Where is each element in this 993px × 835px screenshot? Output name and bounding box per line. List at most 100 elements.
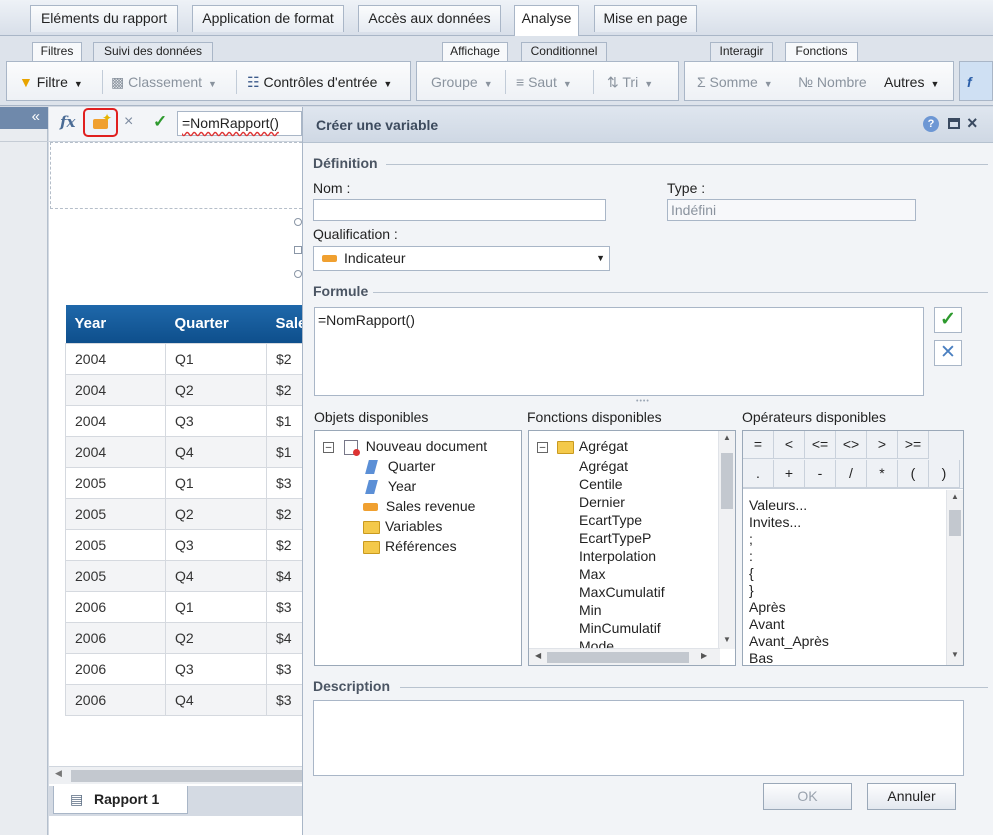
year-cell[interactable]: 2006 <box>65 621 166 654</box>
operator-button[interactable]: <> <box>836 431 867 459</box>
subtab-interagir[interactable]: Interagir <box>710 42 773 61</box>
formula-editor-toggle[interactable]: f <box>959 61 993 101</box>
collapse-icon[interactable]: – <box>323 441 334 453</box>
description-textarea[interactable] <box>313 700 964 776</box>
quarter-cell[interactable]: Q4 <box>165 683 267 716</box>
scroll-up-icon[interactable]: ▲ <box>951 492 959 501</box>
quarter-cell[interactable]: Q2 <box>165 497 267 530</box>
quarter-cell[interactable]: Q3 <box>165 528 267 561</box>
classement-button[interactable]: ▩ Classement ▼ <box>111 72 217 92</box>
subtab-fonctions[interactable]: Fonctions <box>785 42 858 61</box>
tab-application-format[interactable]: Application de format <box>192 5 344 32</box>
sales-cell[interactable]: $1 <box>266 435 307 468</box>
tree-item-variables[interactable]: Variables <box>363 518 442 534</box>
function-item[interactable]: MaxCumulatif <box>579 584 665 600</box>
autres-button[interactable]: Autres ▼ <box>884 72 939 92</box>
sales-cell[interactable]: $2 <box>266 528 307 561</box>
quarter-cell[interactable]: Q2 <box>165 621 267 654</box>
operator-item[interactable]: Après <box>749 599 786 615</box>
operator-item[interactable]: Invites... <box>749 514 801 530</box>
subtab-affichage[interactable]: Affichage <box>442 42 508 61</box>
operator-button[interactable]: ( <box>898 460 929 488</box>
annuler-button[interactable]: Annuler <box>867 783 956 810</box>
operator-button[interactable]: = <box>743 431 774 459</box>
operator-button[interactable]: >= <box>898 431 929 459</box>
function-item[interactable]: EcartType <box>579 512 642 528</box>
create-variable-button[interactable]: ✦ <box>83 108 118 137</box>
header-cell-placeholder[interactable] <box>50 142 302 209</box>
quarter-cell[interactable]: Q4 <box>165 559 267 592</box>
validate-formula-icon[interactable]: ✓ <box>153 112 167 132</box>
sales-cell[interactable]: $4 <box>266 559 307 592</box>
scrollbar-thumb[interactable] <box>721 453 733 509</box>
year-cell[interactable]: 2004 <box>65 373 166 406</box>
operator-item[interactable]: : <box>749 548 753 564</box>
tree-node-agregat[interactable]: – Agrégat <box>537 438 628 454</box>
vertical-scrollbar[interactable]: ▲ ▼ <box>946 490 963 665</box>
operator-button[interactable]: <= <box>805 431 836 459</box>
name-input[interactable] <box>313 199 606 221</box>
operator-button[interactable]: * <box>867 460 898 488</box>
operator-button[interactable]: ) <box>929 460 960 488</box>
quarter-cell[interactable]: Q4 <box>165 435 267 468</box>
operator-button[interactable]: - <box>805 460 836 488</box>
scroll-left-icon[interactable]: ◀ <box>55 768 62 779</box>
quarter-cell[interactable]: Q1 <box>165 590 267 623</box>
year-cell[interactable]: 2006 <box>65 652 166 685</box>
operator-item[interactable]: Avant <box>749 616 785 632</box>
saut-button[interactable]: ≡ Saut ▼ <box>516 72 572 92</box>
quarter-cell[interactable]: Q1 <box>165 466 267 499</box>
sales-cell[interactable]: $2 <box>266 497 307 530</box>
scroll-down-icon[interactable]: ▼ <box>951 650 959 659</box>
year-cell[interactable]: 2004 <box>65 404 166 437</box>
sales-cell[interactable]: $4 <box>266 621 307 654</box>
sales-cell[interactable]: $1 <box>266 404 307 437</box>
function-item[interactable]: Centile <box>579 476 623 492</box>
year-cell[interactable]: 2005 <box>65 497 166 530</box>
tab-elements-rapport[interactable]: Eléments du rapport <box>30 5 178 32</box>
year-cell[interactable]: 2005 <box>65 528 166 561</box>
operator-item[interactable]: { <box>749 565 754 581</box>
operator-button[interactable]: > <box>867 431 898 459</box>
operator-button[interactable]: + <box>774 460 805 488</box>
nombre-button[interactable]: № Nombre <box>798 72 867 92</box>
operator-item[interactable]: Bas <box>749 650 773 665</box>
year-cell[interactable]: 2004 <box>65 435 166 468</box>
operator-button[interactable]: < <box>774 431 805 459</box>
selection-handle[interactable] <box>294 246 302 254</box>
horizontal-scrollbar[interactable]: ◀ <box>49 766 302 784</box>
operator-item[interactable]: Valeurs... <box>749 497 807 513</box>
function-item[interactable]: MinCumulatif <box>579 620 661 636</box>
scrollbar-thumb[interactable] <box>547 652 689 663</box>
tree-node-document[interactable]: – Nouveau document <box>323 438 487 456</box>
operator-item[interactable]: } <box>749 582 754 598</box>
tab-analyse[interactable]: Analyse <box>514 5 579 37</box>
formula-input[interactable]: =NomRapport() <box>177 111 302 136</box>
controles-entree-button[interactable]: ☷ Contrôles d'entrée ▼ <box>247 72 392 92</box>
tree-item-sales-revenue[interactable]: Sales revenue <box>363 498 475 514</box>
operator-button[interactable]: . <box>743 460 774 488</box>
quarter-cell[interactable]: Q2 <box>165 373 267 406</box>
ok-button[interactable]: OK <box>763 783 852 810</box>
year-cell[interactable]: 2006 <box>65 590 166 623</box>
header-quarter[interactable]: Quarter <box>165 305 267 343</box>
close-icon[interactable]: × <box>967 113 978 134</box>
vertical-scrollbar[interactable]: ▲ ▼ <box>718 431 735 649</box>
horizontal-scrollbar[interactable]: ◀ ▶ <box>529 648 720 665</box>
sales-cell[interactable]: $3 <box>266 683 307 716</box>
help-icon[interactable]: ? <box>923 116 939 132</box>
filtre-button[interactable]: ▼ Filtre ▼ <box>19 72 83 92</box>
year-cell[interactable]: 2004 <box>65 342 166 375</box>
groupe-button[interactable]: Groupe ▼ <box>431 72 493 92</box>
tab-mise-en-page[interactable]: Mise en page <box>594 5 697 32</box>
tree-item-quarter[interactable]: Quarter <box>365 458 435 475</box>
sales-cell[interactable]: $3 <box>266 466 307 499</box>
fx-icon[interactable]: fx <box>60 113 75 131</box>
sales-cell[interactable]: $2 <box>266 373 307 406</box>
function-item[interactable]: Agrégat <box>579 458 628 474</box>
function-item[interactable]: Dernier <box>579 494 625 510</box>
tri-button[interactable]: ⇅ Tri ▼ <box>607 72 653 92</box>
quarter-cell[interactable]: Q3 <box>165 652 267 685</box>
somme-button[interactable]: Σ Somme ▼ <box>697 72 773 92</box>
year-cell[interactable]: 2005 <box>65 466 166 499</box>
